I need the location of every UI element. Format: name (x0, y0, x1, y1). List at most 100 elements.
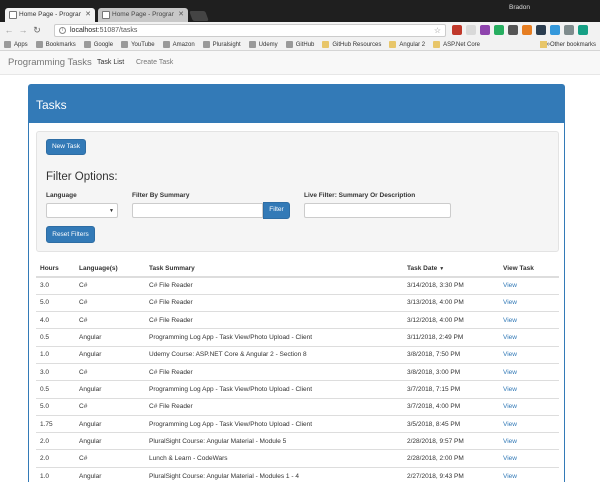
view-task-link[interactable]: View (499, 380, 559, 399)
new-task-button[interactable]: New Task (46, 139, 86, 155)
browser-tab-active[interactable]: Home Page - Programm ✕ (5, 8, 95, 22)
folder-icon (322, 41, 330, 48)
reload-icon[interactable]: ↻ (32, 25, 42, 36)
bookmark-label: GitHub Resources (332, 41, 382, 48)
view-task-link[interactable]: View (499, 362, 559, 381)
cell-hours: 0.5 (36, 328, 75, 347)
cell-language: Angular (75, 345, 145, 364)
extension-icon[interactable] (466, 25, 476, 35)
bookmark-star-icon[interactable]: ☆ (434, 25, 441, 36)
bookmark-item[interactable]: Google (83, 41, 114, 48)
cell-date: 3/11/2018, 2:49 PM (403, 328, 499, 347)
bookmark-label: Google (93, 41, 114, 48)
bookmark-item[interactable]: Udemy (248, 41, 278, 48)
table-row: 5.0 C# C# File Reader 3/7/2018, 4:00 PM View (36, 397, 559, 416)
view-task-link[interactable]: View (499, 449, 559, 468)
column-header-task-date[interactable]: Task Date ▼ (403, 260, 499, 278)
cell-language: C# (75, 397, 145, 416)
live-filter-input[interactable] (304, 203, 451, 218)
view-task-link[interactable]: View (499, 414, 559, 433)
info-icon[interactable]: i (59, 27, 66, 34)
cell-date: 3/14/2018, 3:30 PM (403, 276, 499, 295)
tab-title: Home Page - Programm (19, 11, 81, 18)
view-task-link[interactable]: View (499, 466, 559, 482)
summary-input[interactable] (132, 203, 263, 218)
pluralsight-icon (202, 41, 210, 48)
tab-close-icon[interactable]: ✕ (178, 8, 184, 22)
language-select[interactable]: ▼ (46, 203, 118, 218)
table-row: 3.0 C# C# File Reader 3/14/2018, 3:30 PM Vie… (36, 276, 559, 295)
address-bar[interactable]: i localhost:51087/tasks ☆ (54, 24, 446, 37)
table-header-row: Hours Language(s) Task Summary Task Date… (36, 260, 559, 278)
back-arrow-icon[interactable]: ← (4, 25, 14, 36)
bookmark-label: Apps (14, 41, 28, 48)
bookmark-item[interactable]: GitHub Resources (322, 41, 381, 48)
table-body: 3.0 C# C# File Reader 3/14/2018, 3:30 PM Vie… (36, 276, 559, 482)
bookmark-item[interactable]: Bookmarks (35, 41, 76, 48)
extension-icon[interactable] (480, 25, 490, 35)
bookmark-label: GitHub (295, 41, 315, 48)
forward-arrow-icon[interactable]: → (18, 25, 28, 36)
nav-create-task[interactable]: Create Task (136, 59, 173, 66)
cell-language: C# (75, 449, 145, 468)
profile-name[interactable]: Bradon (509, 4, 530, 11)
table-row: 1.75 Angular Programming Log App - Task Vi… (36, 414, 559, 433)
cell-hours: 4.0 (36, 311, 75, 329)
extension-icon[interactable] (494, 25, 504, 35)
extension-icon[interactable] (452, 25, 462, 35)
bookmark-item[interactable]: Amazon (162, 41, 195, 48)
cell-language: C# (75, 276, 145, 295)
bookmark-item[interactable]: YouTube (121, 41, 155, 48)
cell-language: Angular (75, 328, 145, 347)
bookmark-item[interactable]: GitHub (285, 41, 315, 48)
nav-task-list[interactable]: Task List (97, 59, 124, 66)
youtube-icon (121, 41, 129, 48)
other-bookmarks[interactable]: Other bookmarks (539, 41, 596, 48)
view-task-link[interactable]: View (499, 397, 559, 416)
filter-options-heading: Filter Options: (46, 171, 118, 183)
extension-icon[interactable] (564, 25, 574, 35)
column-header-language: Language(s) (75, 260, 145, 278)
app-navbar: Programming Tasks Task List Create Task (0, 51, 600, 75)
cell-summary: Programming Log App - Task View/Photo Up… (145, 328, 403, 347)
bookmark-item[interactable]: Pluralsight (202, 41, 241, 48)
cell-hours: 2.0 (36, 449, 75, 468)
extension-icon[interactable] (508, 25, 518, 35)
bookmark-label: Udemy (258, 41, 278, 48)
extension-icon[interactable] (522, 25, 532, 35)
view-task-link[interactable]: View (499, 276, 559, 295)
cell-date: 3/7/2018, 7:15 PM (403, 380, 499, 399)
bookmark-label: ASP.Net Core (443, 41, 481, 48)
browser-tab-inactive[interactable]: Home Page - Programm ✕ (98, 8, 188, 22)
cell-summary: C# File Reader (145, 293, 403, 312)
cell-language: C# (75, 293, 145, 312)
bookmark-item[interactable]: Apps (4, 41, 28, 48)
bookmarks-bar: Apps Bookmarks Google YouTube Amazon Pluralsi… (0, 39, 600, 51)
extension-icon[interactable] (536, 25, 546, 35)
table-row: 1.0 Angular Udemy Course: ASP.NET Core & A… (36, 345, 559, 364)
bookmark-item[interactable]: ASP.Net Core (433, 41, 480, 48)
udemy-icon (248, 41, 256, 48)
cell-date: 2/28/2018, 2:00 PM (403, 449, 499, 468)
bookmark-item[interactable]: Angular 2 (389, 41, 425, 48)
sort-descending-icon[interactable]: ▼ (439, 266, 444, 272)
view-task-link[interactable]: View (499, 345, 559, 364)
tab-close-icon[interactable]: ✕ (85, 8, 91, 22)
page-favicon-icon (102, 11, 110, 19)
brand-link[interactable]: Programming Tasks (8, 57, 92, 68)
tab-title: Home Page - Programm (112, 11, 174, 18)
extension-icon[interactable] (550, 25, 560, 35)
cell-language: Angular (75, 414, 145, 433)
view-task-link[interactable]: View (499, 293, 559, 312)
new-tab-button[interactable] (189, 11, 209, 21)
view-task-link[interactable]: View (499, 328, 559, 347)
extension-icon[interactable] (578, 25, 588, 35)
cell-date: 3/12/2018, 4:00 PM (403, 311, 499, 329)
view-task-link[interactable]: View (499, 311, 559, 329)
amazon-icon (162, 41, 170, 48)
reset-filters-button[interactable]: Reset Filters (46, 226, 95, 243)
view-task-link[interactable]: View (499, 432, 559, 450)
bookmark-label: Amazon (172, 41, 195, 48)
table-row: 0.5 Angular Programming Log App - Task Vie… (36, 380, 559, 399)
filter-button[interactable]: Filter (263, 202, 290, 219)
